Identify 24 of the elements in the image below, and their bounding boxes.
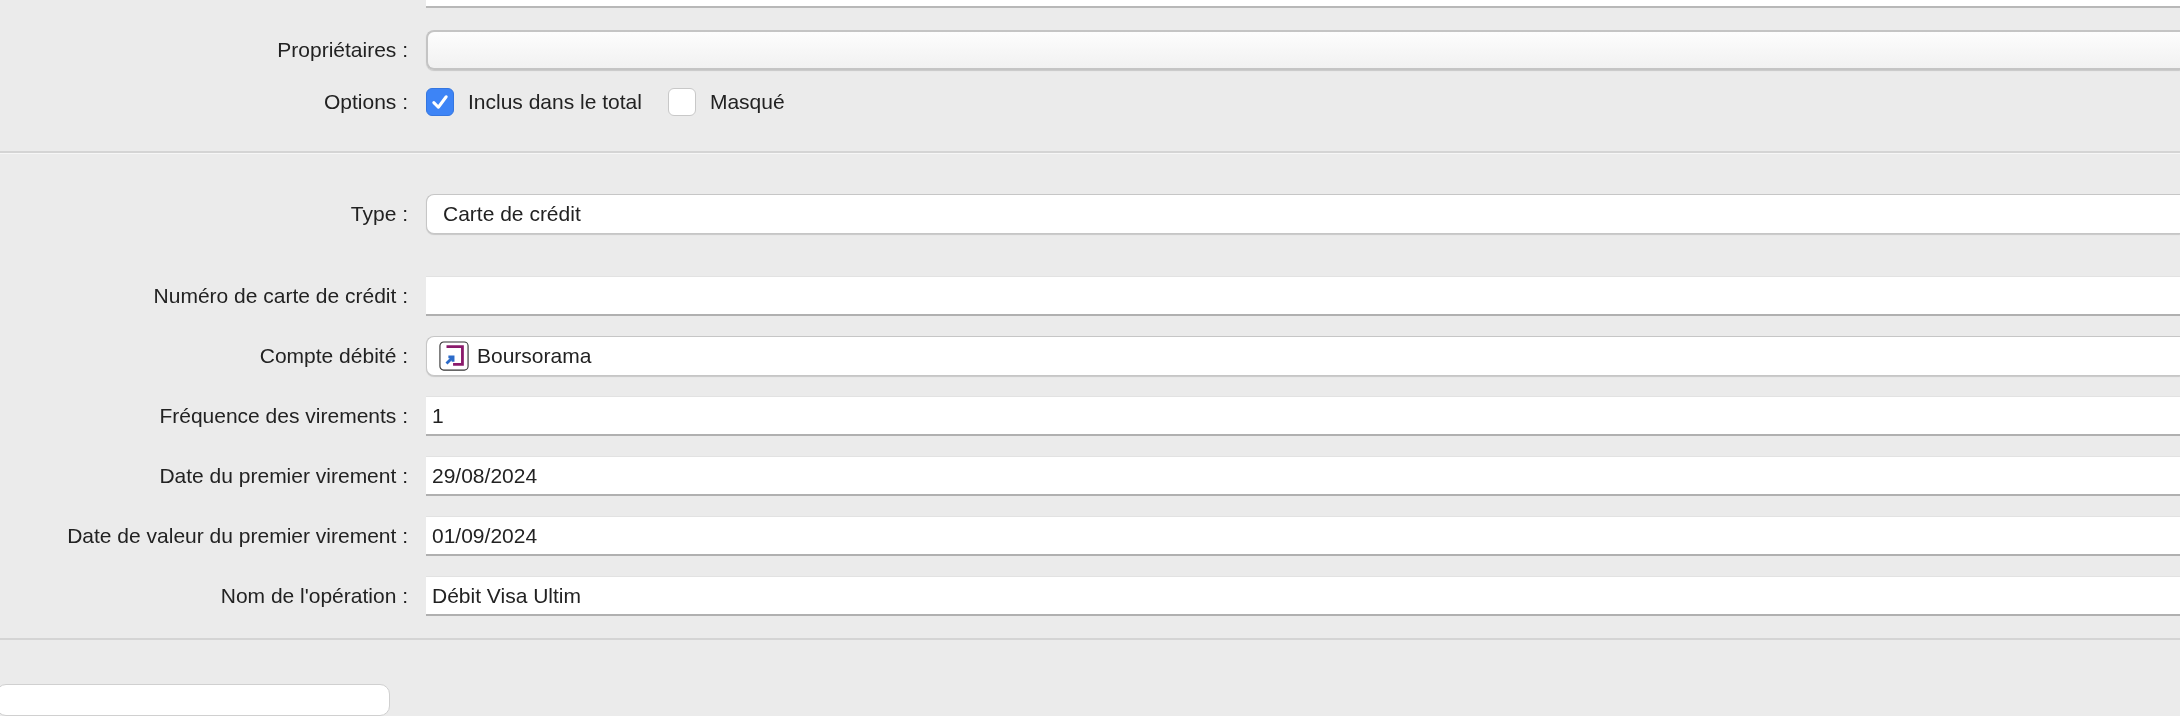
field-label: Options :	[322, 89, 408, 114]
input-field[interactable]: Débit Visa Ultim	[426, 576, 2180, 617]
checkbox[interactable]	[667, 87, 696, 116]
field-label: Date de valeur du premier virement :	[66, 524, 408, 549]
checkbox[interactable]	[426, 87, 454, 116]
type-popup[interactable]: Carte de crédit	[426, 194, 2180, 235]
input-field[interactable]	[426, 276, 2180, 317]
input-field[interactable]: 29/08/2024	[426, 456, 2180, 497]
input-field[interactable]: 01/09/2024	[426, 516, 2180, 557]
field-label: Numéro de carte de crédit :	[152, 284, 408, 309]
field-label: Propriétaires :	[276, 37, 408, 62]
field-label: Type :	[349, 202, 408, 227]
field-label: Date du premier virement :	[158, 464, 408, 489]
bank-logo-icon	[439, 341, 469, 372]
field-label: Fréquence des virements :	[158, 404, 408, 429]
account-popup[interactable]: Boursorama	[426, 336, 2180, 377]
field-label: Compte débité :	[258, 344, 408, 369]
input-field[interactable]: 1	[426, 396, 2180, 437]
checkbox-label: Masqué	[709, 89, 785, 114]
button[interactable]	[0, 684, 390, 716]
owners-popup[interactable]	[426, 29, 2180, 70]
field-label: Nom de l'opération :	[219, 584, 408, 609]
checkbox-label: Inclus dans le total	[468, 89, 642, 114]
input-field[interactable]	[426, 0, 2180, 8]
